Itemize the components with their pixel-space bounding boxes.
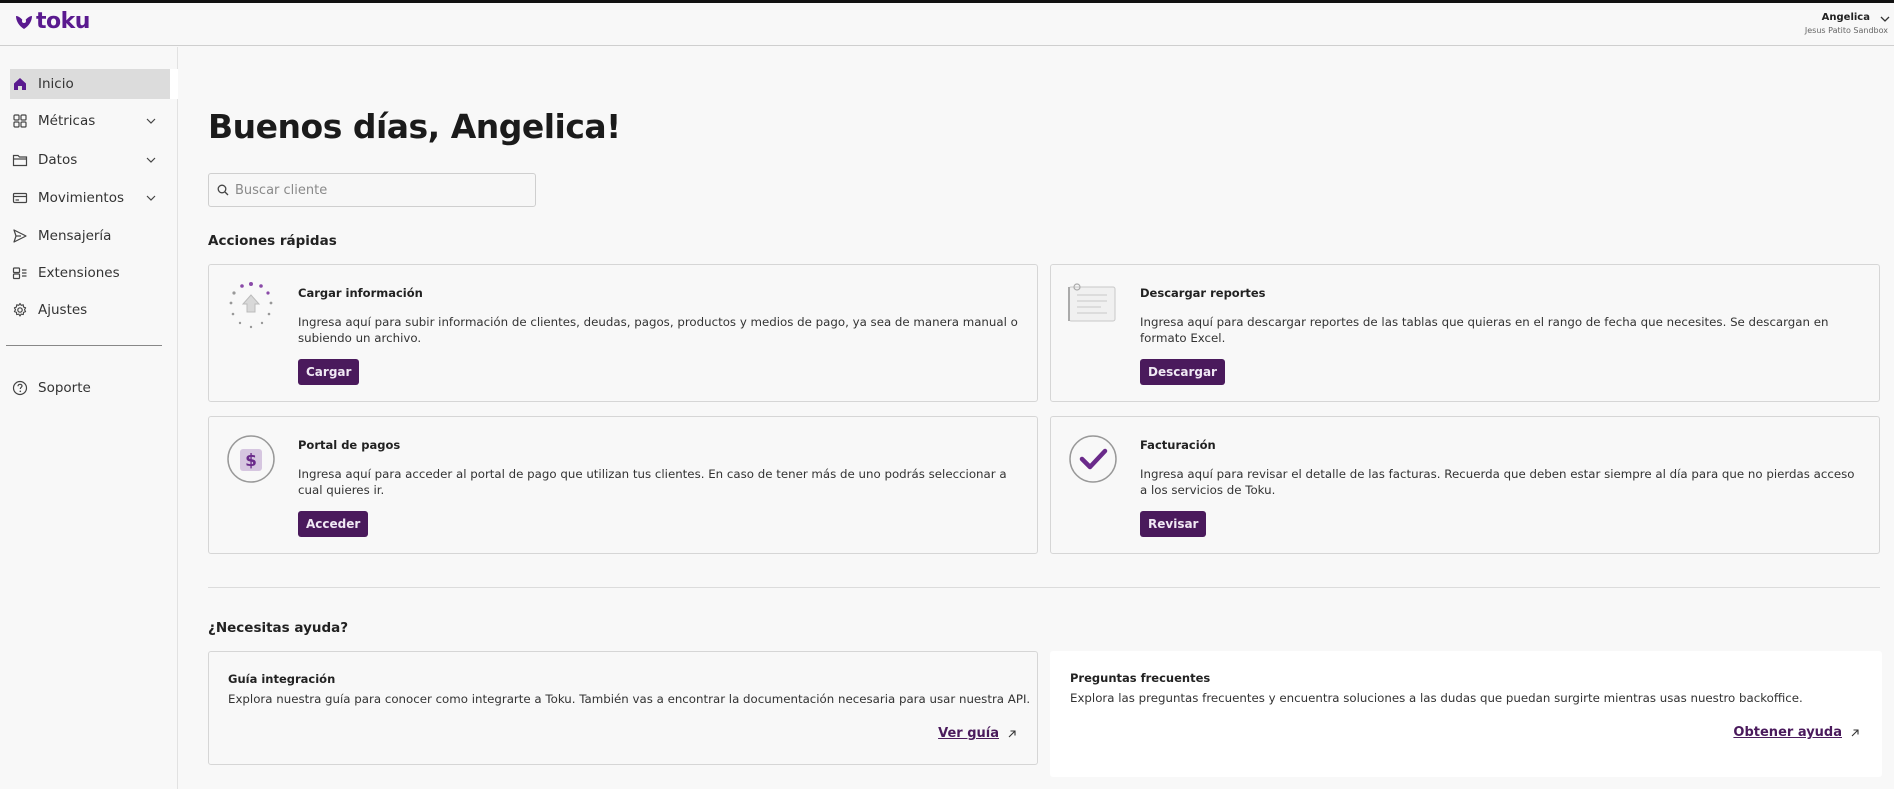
sidebar-item-label: Mensajería bbox=[38, 228, 112, 244]
search-box[interactable] bbox=[208, 173, 536, 207]
card-title: Portal de pagos bbox=[298, 438, 401, 452]
app-header: toku Angelica Jesus Patito Sandbox bbox=[0, 3, 1894, 46]
chevron-down-icon[interactable] bbox=[1880, 14, 1890, 24]
quick-action-card-facturacion: Facturación Ingresa aquí para revisar el… bbox=[1050, 416, 1880, 554]
revisar-button[interactable]: Revisar bbox=[1140, 511, 1207, 537]
sidebar-item-mensajeria[interactable]: Mensajería bbox=[10, 221, 170, 251]
toku-logo[interactable]: toku bbox=[14, 9, 90, 34]
search-input[interactable] bbox=[235, 182, 525, 198]
report-illustration-icon bbox=[1068, 283, 1116, 322]
grid-icon bbox=[13, 114, 27, 128]
descargar-button[interactable]: Descargar bbox=[1140, 359, 1225, 385]
chevron-down-icon bbox=[146, 157, 156, 163]
billing-check-illustration-icon bbox=[1069, 435, 1117, 483]
ver-guia-link[interactable]: Ver guía bbox=[938, 726, 1017, 741]
home-icon bbox=[14, 78, 26, 90]
card-title: Cargar información bbox=[298, 286, 423, 300]
obtener-ayuda-link[interactable]: Obtener ayuda bbox=[1733, 725, 1860, 740]
sidebar-item-label: Inicio bbox=[38, 76, 74, 92]
user-name: Angelica bbox=[1821, 12, 1870, 23]
sidebar-item-movimientos[interactable]: Movimientos bbox=[10, 183, 170, 213]
gear-icon bbox=[13, 302, 27, 317]
card-description: Ingresa aquí para descargar reportes de … bbox=[1140, 315, 1829, 345]
payment-portal-illustration-icon: $ bbox=[227, 435, 275, 483]
sidebar-item-label: Ajustes bbox=[38, 302, 88, 318]
help-card-description: Explora las preguntas frecuentes y encue… bbox=[1070, 691, 1803, 705]
card-title: Facturación bbox=[1140, 438, 1216, 452]
svg-text:$: $ bbox=[245, 451, 257, 471]
sidebar-item-label: Movimientos bbox=[38, 190, 124, 206]
card-description: Ingresa aquí para revisar el detalle de … bbox=[1140, 467, 1855, 497]
sidebar-item-label: Métricas bbox=[38, 113, 96, 129]
help-card-description: Explora nuestra guía para conocer como i… bbox=[228, 692, 1031, 706]
sidebar-item-ajustes[interactable]: Ajustes bbox=[10, 295, 170, 325]
help-card-title: Guía integración bbox=[228, 672, 336, 686]
acceder-button[interactable]: Acceder bbox=[298, 511, 369, 537]
help-card-title: Preguntas frecuentes bbox=[1070, 671, 1211, 685]
sidebar-item-soporte[interactable]: Soporte bbox=[10, 373, 170, 403]
help-section-title: ¿Necesitas ayuda? bbox=[208, 620, 349, 636]
help-card-faq: Preguntas frecuentes Explora las pregunt… bbox=[1050, 651, 1882, 777]
extensions-icon bbox=[12, 267, 27, 280]
card-icon bbox=[12, 192, 28, 204]
quick-actions-title: Acciones rápidas bbox=[208, 233, 337, 249]
link-label: Ver guía bbox=[938, 726, 999, 741]
sidebar-item-label: Datos bbox=[38, 152, 78, 168]
card-title: Descargar reportes bbox=[1140, 286, 1266, 300]
send-icon bbox=[13, 229, 27, 243]
quick-action-card-cargar: Cargar información Ingresa aquí para sub… bbox=[208, 264, 1038, 402]
cargar-button[interactable]: Cargar bbox=[298, 359, 360, 385]
sidebar-item-label: Soporte bbox=[38, 380, 91, 396]
card-description: Ingresa aquí para subir información de c… bbox=[298, 315, 1018, 345]
help-card-guia: Guía integración Explora nuestra guía pa… bbox=[208, 651, 1038, 765]
card-description: Ingresa aquí para acceder al portal de p… bbox=[298, 467, 1007, 497]
quick-action-card-descargar: Descargar reportes Ingresa aquí para des… bbox=[1050, 264, 1880, 402]
arrow-up-right-icon bbox=[1851, 728, 1859, 736]
sidebar-item-inicio[interactable]: Inicio bbox=[10, 69, 178, 99]
chevron-down-icon bbox=[146, 118, 156, 124]
quick-action-card-portal: $ Portal de pagos Ingresa aquí para acce… bbox=[208, 416, 1038, 554]
toku-logo-mark-icon bbox=[16, 16, 32, 29]
sidebar-item-metricas[interactable]: Métricas bbox=[10, 106, 170, 136]
sidebar-item-label: Extensiones bbox=[38, 265, 120, 281]
user-org: Jesus Patito Sandbox bbox=[1804, 26, 1888, 35]
upload-illustration-icon bbox=[229, 282, 273, 329]
sidebar-item-extensiones[interactable]: Extensiones bbox=[10, 258, 170, 288]
sidebar-item-datos[interactable]: Datos bbox=[10, 145, 170, 175]
section-divider bbox=[208, 587, 1880, 588]
chevron-down-icon bbox=[146, 195, 156, 201]
search-icon bbox=[217, 184, 229, 196]
user-menu[interactable]: Angelica Jesus Patito Sandbox bbox=[1804, 12, 1890, 35]
arrow-up-right-icon bbox=[1008, 729, 1016, 737]
sidebar-divider bbox=[6, 345, 162, 346]
link-label: Obtener ayuda bbox=[1733, 725, 1842, 740]
page-title: Buenos días, Angelica! bbox=[208, 107, 621, 146]
sidebar: Inicio Métricas Datos Movimientos Mensaj… bbox=[0, 47, 178, 789]
main-content: Buenos días, Angelica! Acciones rápidas … bbox=[178, 47, 1894, 789]
logo-text: toku bbox=[36, 9, 90, 34]
folder-icon bbox=[12, 154, 28, 167]
help-icon bbox=[12, 380, 28, 396]
